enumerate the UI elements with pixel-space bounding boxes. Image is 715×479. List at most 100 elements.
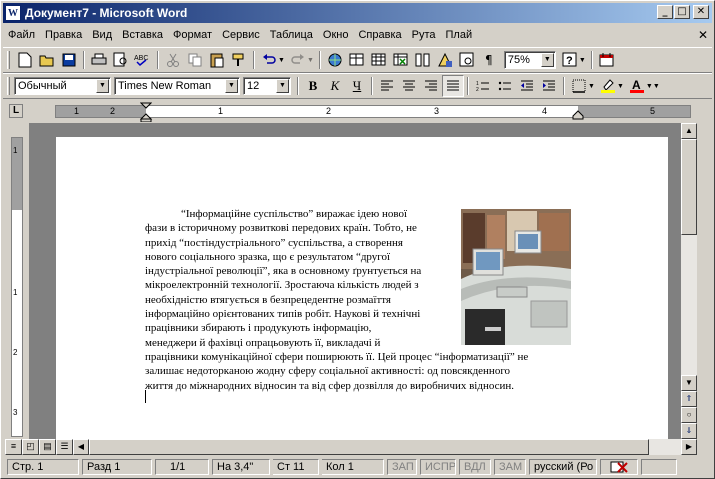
borders-dropdown-icon[interactable]: ▼ (588, 83, 595, 90)
redo-dropdown-icon[interactable]: ▼ (307, 57, 314, 64)
previous-page-icon[interactable]: ⇑ (681, 391, 697, 407)
maximize-button[interactable]: □ (674, 5, 690, 19)
increase-indent-icon[interactable] (538, 75, 560, 97)
print-layout-icon[interactable]: ▤ (39, 439, 56, 455)
vertical-scrollbar[interactable]: ▲ ▼ ⇑ ○ ⇓ (681, 123, 697, 439)
format-painter-icon[interactable] (228, 49, 250, 71)
title-bar[interactable]: W Документ7 - Microsoft Word _ □ ✕ (3, 3, 712, 23)
justify-icon[interactable] (442, 75, 464, 97)
normal-view-icon[interactable]: ≡ (5, 439, 22, 455)
insert-excel-icon[interactable] (390, 49, 412, 71)
scroll-left-icon[interactable]: ◀ (73, 439, 89, 455)
numbering-icon[interactable]: 12 (472, 75, 494, 97)
status-pages[interactable]: 1/1 (155, 459, 209, 475)
document-close-icon[interactable]: ✕ (698, 28, 708, 42)
minimize-button[interactable]: _ (657, 5, 673, 19)
menu-window[interactable]: Окно (318, 29, 354, 41)
status-record[interactable]: ЗАП (387, 459, 417, 475)
open-folder-icon[interactable] (36, 49, 58, 71)
save-icon[interactable] (58, 49, 80, 71)
bullets-icon[interactable] (494, 75, 516, 97)
status-overtype[interactable]: ЗАМ (494, 459, 526, 475)
print-preview-icon[interactable] (110, 49, 132, 71)
web-layout-icon[interactable]: ◰ (22, 439, 39, 455)
menu-table[interactable]: Таблица (265, 29, 318, 41)
align-right-icon[interactable] (420, 75, 442, 97)
status-language[interactable]: русский (Ро (529, 459, 597, 475)
new-document-icon[interactable] (14, 49, 36, 71)
font-select[interactable]: Times New Roman ▼ (114, 77, 240, 95)
document-map-icon[interactable] (456, 49, 478, 71)
drawing-icon[interactable] (434, 49, 456, 71)
menu-plai[interactable]: Плай (441, 29, 478, 41)
scroll-down-icon[interactable]: ▼ (681, 375, 697, 391)
document-page[interactable]: “Інформаційне суспільство” виражає ідею … (56, 137, 668, 439)
tab-selector[interactable]: L (9, 104, 23, 118)
bold-button[interactable]: B (302, 75, 324, 97)
scroll-up-icon[interactable]: ▲ (681, 123, 697, 139)
font-size-select[interactable]: 12 ▼ (243, 77, 291, 95)
insert-table-icon[interactable] (368, 49, 390, 71)
status-line[interactable]: Ст 11 (273, 459, 319, 475)
select-browse-object-icon[interactable]: ○ (681, 407, 697, 423)
menu-file[interactable]: Файл (3, 29, 40, 41)
chevron-down-icon[interactable]: ▼ (276, 79, 289, 93)
ruler-bar[interactable]: 1 2 1 2 3 4 5 6 7 (55, 102, 691, 122)
menu-tools[interactable]: Сервис (217, 29, 265, 41)
borders-icon[interactable] (568, 75, 590, 97)
help-icon[interactable]: ? (559, 49, 581, 71)
toolbar-options-icon[interactable]: ▼ (579, 57, 586, 64)
status-position[interactable]: На 3,4" (212, 459, 270, 475)
horizontal-scrollbar[interactable]: ◀ ▶ (73, 439, 697, 455)
toolbar-grip[interactable] (7, 51, 10, 69)
font-color-icon[interactable]: A (626, 75, 648, 97)
status-section[interactable]: Разд 1 (82, 459, 152, 475)
menu-format[interactable]: Формат (168, 29, 217, 41)
next-page-icon[interactable]: ⇓ (681, 423, 697, 439)
copy-icon[interactable] (184, 49, 206, 71)
indent-marker[interactable] (140, 102, 152, 122)
status-column[interactable]: Кол 1 (322, 459, 384, 475)
outline-view-icon[interactable]: ☰ (56, 439, 73, 455)
tables-borders-icon[interactable] (346, 49, 368, 71)
scroll-right-icon[interactable]: ▶ (681, 439, 697, 455)
print-icon[interactable] (88, 49, 110, 71)
vertical-ruler[interactable]: 1 1 2 3 (11, 137, 23, 437)
menu-ruta[interactable]: Рута (407, 29, 441, 41)
show-hide-paragraph-icon[interactable]: ¶ (478, 49, 500, 71)
highlight-dropdown-icon[interactable]: ▼ (617, 83, 624, 90)
menu-edit[interactable]: Правка (40, 29, 87, 41)
columns-icon[interactable] (412, 49, 434, 71)
cut-icon[interactable] (162, 49, 184, 71)
menu-insert[interactable]: Вставка (117, 29, 168, 41)
underline-button[interactable]: Ч (346, 75, 368, 97)
italic-button[interactable]: K (324, 75, 346, 97)
undo-dropdown-icon[interactable]: ▼ (278, 57, 285, 64)
highlight-icon[interactable] (597, 75, 619, 97)
toolbar-options-icon[interactable]: ▼ (653, 83, 660, 90)
paste-icon[interactable] (206, 49, 228, 71)
chevron-down-icon[interactable]: ▼ (225, 79, 238, 93)
status-page[interactable]: Стр. 1 (7, 459, 79, 475)
right-indent-marker[interactable] (572, 110, 584, 120)
document-text[interactable]: “Інформаційне суспільство” виражає ідею … (145, 207, 577, 393)
hyperlink-icon[interactable] (324, 49, 346, 71)
word-app-icon[interactable]: W (5, 5, 21, 21)
scroll-thumb[interactable] (681, 139, 697, 235)
spelling-icon[interactable]: ABC (132, 49, 154, 71)
chevron-down-icon[interactable]: ▼ (540, 53, 554, 67)
spelling-status-icon[interactable] (600, 459, 638, 475)
scroll-thumb[interactable] (89, 439, 649, 455)
chevron-down-icon[interactable]: ▼ (96, 79, 109, 93)
redo-icon[interactable] (287, 49, 309, 71)
decrease-indent-icon[interactable] (516, 75, 538, 97)
calendar-icon[interactable] (596, 49, 618, 71)
style-select[interactable]: Обычный ▼ (14, 77, 111, 95)
align-center-icon[interactable] (398, 75, 420, 97)
align-left-icon[interactable] (376, 75, 398, 97)
undo-icon[interactable] (258, 49, 280, 71)
status-extend[interactable]: ВДЛ (459, 459, 491, 475)
zoom-select[interactable]: 75% ▼ (503, 51, 556, 69)
font-color-dropdown-icon[interactable]: ▼ (646, 83, 653, 90)
status-track-changes[interactable]: ИСПР (420, 459, 456, 475)
